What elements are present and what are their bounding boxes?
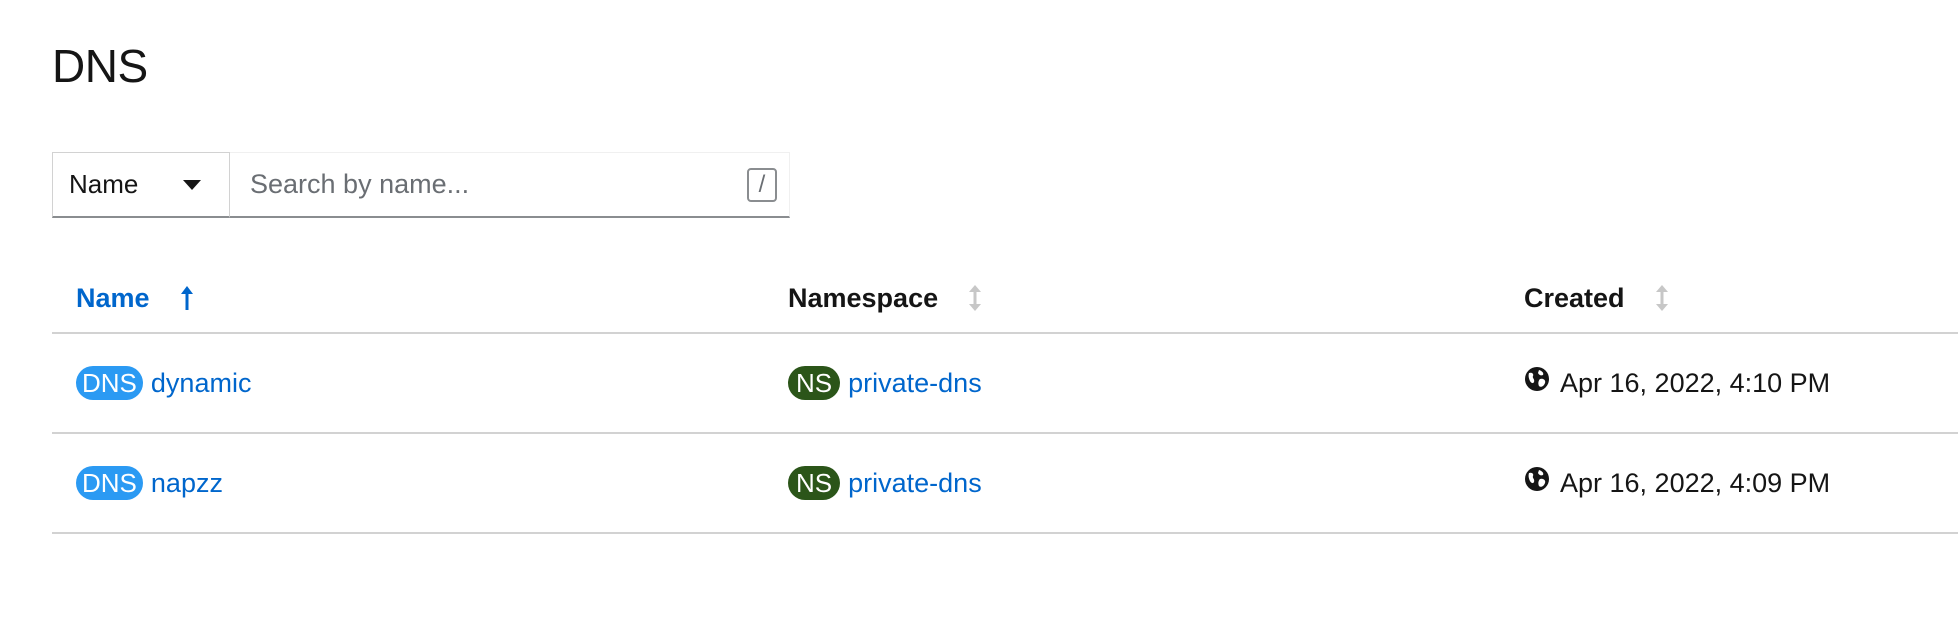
dns-resource-badge: DNS [76, 466, 143, 500]
sort-both-icon [969, 285, 982, 311]
namespace-link[interactable]: private-dns [848, 368, 982, 399]
column-header-namespace-label: Namespace [788, 282, 939, 313]
column-header-created[interactable]: Created [1524, 264, 1958, 334]
cell-created: Apr 16, 2022, 4:10 PM [1524, 333, 1958, 434]
table-row: DNS dynamic NS private-dns Apr 16, 2022,… [52, 333, 1958, 434]
caret-down-icon [183, 179, 201, 190]
cell-created: Apr 16, 2022, 4:09 PM [1524, 433, 1958, 534]
globe-icon [1525, 367, 1549, 391]
sort-arrow-up-icon [180, 286, 193, 310]
namespace-link[interactable]: private-dns [848, 468, 982, 499]
cell-name: DNS dynamic [52, 333, 788, 434]
dns-table: Name Namespace Created DNS dynamic NS pr… [52, 264, 1958, 534]
table-header-row: Name Namespace Created [52, 264, 1958, 334]
column-header-namespace[interactable]: Namespace [788, 264, 1524, 334]
search-input[interactable] [248, 168, 747, 201]
cell-namespace: NS private-dns [788, 333, 1524, 434]
column-header-created-label: Created [1524, 282, 1625, 313]
dns-name-link[interactable]: dynamic [151, 368, 252, 399]
cell-namespace: NS private-dns [788, 433, 1524, 534]
keyboard-shortcut-hint: / [747, 167, 777, 202]
cell-name: DNS napzz [52, 433, 788, 534]
dns-resource-badge: DNS [76, 366, 143, 400]
column-header-name[interactable]: Name [52, 264, 788, 334]
page-title: DNS [52, 40, 148, 92]
filter-type-label: Name [69, 169, 139, 199]
created-timestamp: Apr 16, 2022, 4:10 PM [1560, 367, 1831, 398]
globe-icon [1525, 467, 1549, 491]
created-timestamp: Apr 16, 2022, 4:09 PM [1560, 467, 1831, 498]
filter-type-select[interactable]: Name [52, 152, 230, 218]
dns-name-link[interactable]: napzz [151, 468, 223, 499]
table-row: DNS napzz NS private-dns Apr 16, 2022, 4… [52, 433, 1958, 534]
sort-both-icon [1655, 285, 1668, 311]
filter-toolbar: Name / [52, 152, 790, 218]
namespace-badge: NS [788, 466, 841, 500]
column-header-name-label: Name [76, 282, 150, 313]
search-box: / [230, 152, 790, 218]
namespace-badge: NS [788, 366, 841, 400]
